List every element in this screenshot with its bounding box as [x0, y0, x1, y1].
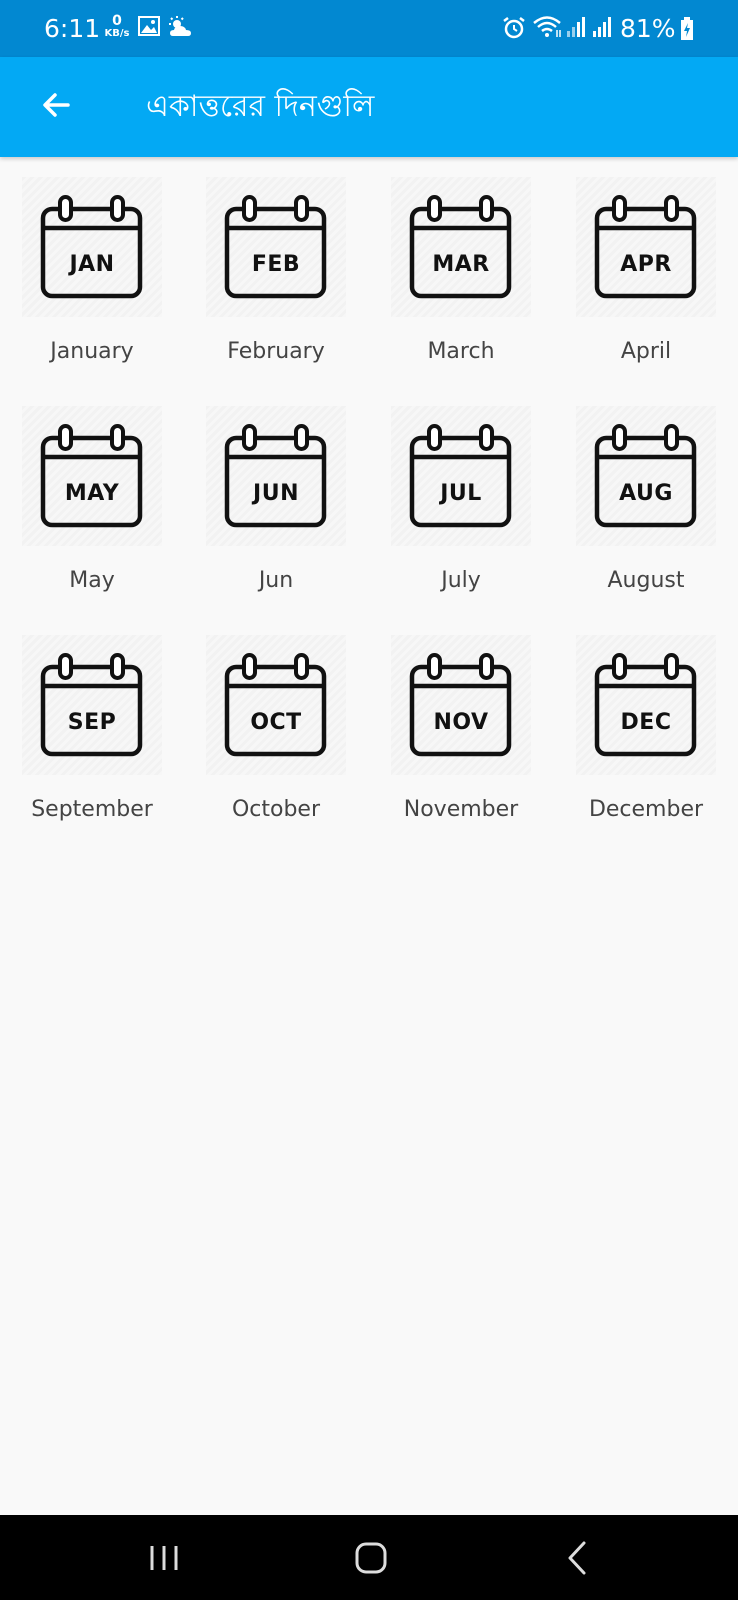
home-button[interactable] — [342, 1533, 402, 1583]
calendar-month-abbr: MAR — [432, 252, 490, 277]
month-label: December — [588, 797, 704, 822]
month-label: March — [427, 339, 495, 364]
calendar-icon — [391, 177, 531, 317]
month-item-february[interactable]: FEB February — [184, 177, 368, 392]
month-item-december[interactable]: DEC December — [554, 635, 738, 850]
calendar-icon — [206, 406, 346, 546]
month-item-january[interactable]: JAN January — [0, 177, 184, 392]
page-title: একাত্তরের দিনগুলি — [146, 89, 375, 124]
month-label: August — [607, 568, 685, 593]
calendar-icon — [576, 177, 716, 317]
calendar-month-abbr: MAY — [64, 481, 120, 506]
calendar-icon — [391, 635, 531, 775]
weather-icon — [167, 16, 193, 42]
battery-charging-icon — [680, 17, 694, 45]
calendar-month-abbr: JUN — [253, 481, 299, 506]
month-item-jun[interactable]: JUN Jun — [184, 406, 368, 621]
network-speed: 0 KB/s — [104, 14, 130, 39]
month-label: April — [620, 339, 672, 364]
gallery-icon — [138, 16, 160, 40]
calendar-month-abbr: FEB — [251, 252, 301, 277]
calendar-month-abbr: JUL — [440, 481, 482, 506]
month-item-july[interactable]: JUL July — [369, 406, 553, 621]
wifi-icon — [533, 16, 563, 42]
calendar-icon — [576, 635, 716, 775]
calendar-month-abbr: AUG — [619, 481, 673, 506]
signal-icon — [592, 16, 612, 42]
calendar-icon — [22, 406, 162, 546]
recent-apps-icon — [136, 1546, 196, 1587]
network-speed-unit: KB/s — [104, 28, 130, 39]
recent-apps-button[interactable] — [136, 1533, 196, 1583]
app-bar: একাত্তরের দিনগুলি — [0, 57, 738, 157]
calendar-icon — [576, 406, 716, 546]
month-label: May — [69, 568, 115, 593]
calendar-month-abbr: OCT — [250, 710, 302, 735]
month-item-april[interactable]: APR April — [554, 177, 738, 392]
month-item-october[interactable]: OCT October — [184, 635, 368, 850]
month-label: February — [227, 339, 325, 364]
system-back-button[interactable] — [548, 1533, 608, 1583]
status-bar: 6:11 0 KB/s 81% — [0, 0, 738, 57]
navigation-bar — [0, 1515, 738, 1600]
month-label: September — [31, 797, 153, 822]
calendar-month-abbr: JAN — [69, 252, 115, 277]
month-label: July — [441, 568, 481, 593]
month-label: November — [403, 797, 519, 822]
alarm-icon — [502, 16, 526, 44]
back-icon — [548, 1541, 608, 1587]
calendar-icon — [206, 177, 346, 317]
home-icon — [342, 1542, 402, 1587]
calendar-icon — [22, 177, 162, 317]
calendar-month-abbr: APR — [620, 252, 672, 277]
battery-percentage: 81% — [620, 14, 676, 43]
arrow-left-icon — [40, 89, 72, 125]
month-item-september[interactable]: SEP September — [0, 635, 184, 850]
status-time: 6:11 — [44, 14, 101, 43]
back-button[interactable] — [28, 79, 84, 135]
calendar-icon — [22, 635, 162, 775]
month-item-november[interactable]: NOV November — [369, 635, 553, 850]
month-label: Jun — [258, 568, 294, 593]
month-label: January — [50, 339, 134, 364]
calendar-icon — [391, 406, 531, 546]
network-speed-value: 0 — [112, 13, 122, 29]
calendar-month-abbr: SEP — [67, 710, 117, 735]
month-item-march[interactable]: MAR March — [369, 177, 553, 392]
month-label: October — [231, 797, 321, 822]
calendar-icon — [206, 635, 346, 775]
month-item-august[interactable]: AUG August — [554, 406, 738, 621]
month-item-may[interactable]: MAY May — [0, 406, 184, 621]
calendar-month-abbr: DEC — [620, 710, 672, 735]
calendar-month-abbr: NOV — [433, 710, 489, 735]
signal-icon — [566, 16, 586, 42]
